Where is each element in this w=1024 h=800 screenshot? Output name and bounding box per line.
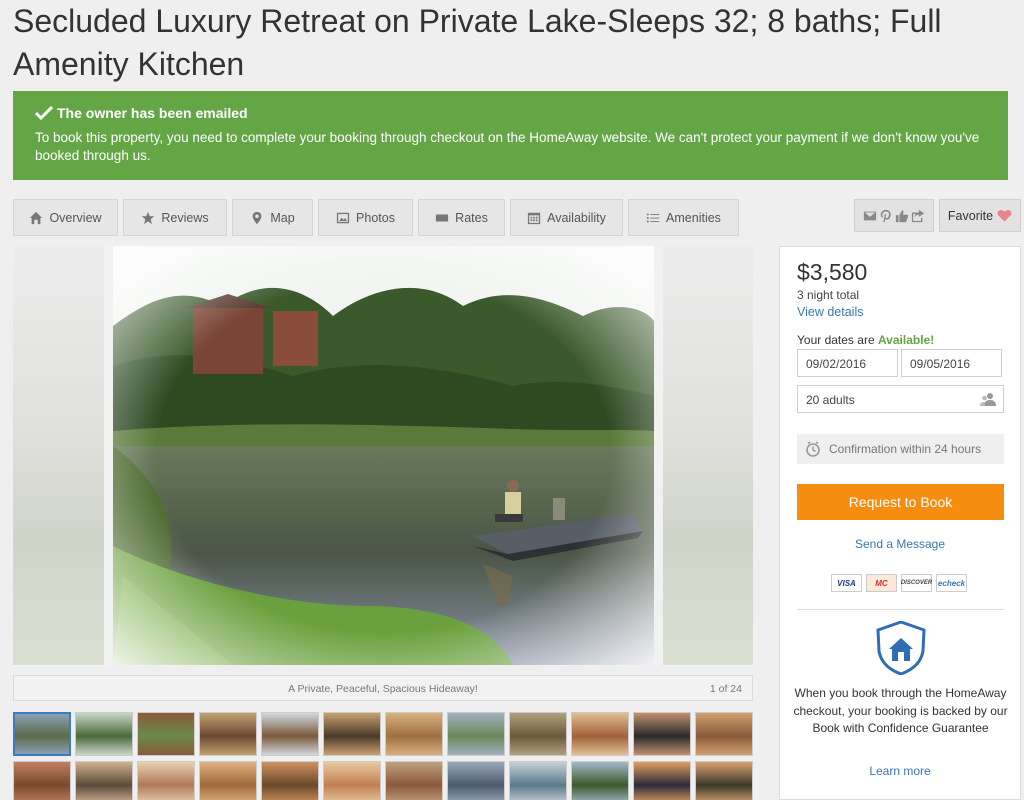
clock-icon bbox=[806, 441, 820, 457]
email-icon[interactable] bbox=[863, 209, 877, 223]
confirmation-notice: Confirmation within 24 hours bbox=[797, 434, 1004, 464]
photo-thumbnail[interactable] bbox=[571, 712, 629, 756]
photo-thumbnail[interactable] bbox=[509, 761, 567, 800]
image-icon bbox=[336, 212, 350, 223]
availability-value: Available! bbox=[877, 333, 935, 347]
tab-amenities[interactable]: Amenities bbox=[628, 199, 739, 236]
photo-thumbnail[interactable] bbox=[261, 712, 319, 756]
photo-thumbnail[interactable] bbox=[13, 712, 71, 756]
previous-photo-preview[interactable] bbox=[13, 246, 104, 665]
tab-map-label: Map bbox=[270, 210, 295, 225]
guests-field[interactable]: 20 adults bbox=[797, 385, 1004, 413]
favorite-button[interactable]: Favorite bbox=[939, 199, 1021, 232]
photo-thumbnail[interactable] bbox=[261, 761, 319, 800]
photo-thumbnail[interactable] bbox=[447, 712, 505, 756]
check-out-field[interactable]: 09/05/2016 bbox=[901, 349, 1002, 377]
panel-divider bbox=[797, 609, 1004, 610]
send-message-link[interactable]: Send a Message bbox=[780, 537, 1020, 551]
booking-panel: $3,580 3 night total View details Your d… bbox=[779, 246, 1021, 800]
photo-thumbnail[interactable] bbox=[75, 712, 133, 756]
availability-prefix: Your dates are bbox=[797, 333, 878, 347]
payment-cards: VISA MC DISCOVER echeck bbox=[831, 574, 967, 592]
photo-thumbnail[interactable] bbox=[199, 712, 257, 756]
tab-photos[interactable]: Photos bbox=[318, 199, 413, 236]
list-icon bbox=[646, 213, 660, 222]
photo-thumbnail[interactable] bbox=[199, 761, 257, 800]
guarantee-text: When you book through the HomeAway check… bbox=[793, 686, 1008, 735]
photo-thumbnail[interactable] bbox=[323, 761, 381, 800]
favorite-label: Favorite bbox=[947, 208, 994, 223]
share-buttons bbox=[854, 199, 934, 232]
photo-caption-bar: A Private, Peaceful, Spacious Hideaway! … bbox=[13, 675, 753, 701]
photo-thumbnail[interactable] bbox=[695, 712, 753, 756]
photo-counter: 1 of 24 bbox=[709, 683, 742, 695]
tab-map[interactable]: Map bbox=[232, 199, 313, 236]
success-alert: The owner has been emailed To book this … bbox=[13, 91, 1008, 180]
view-details-link[interactable]: View details bbox=[797, 305, 863, 319]
shield-house-icon bbox=[876, 621, 926, 675]
next-photo-preview[interactable] bbox=[663, 246, 753, 665]
pinterest-icon[interactable] bbox=[879, 209, 893, 223]
request-to-book-button[interactable]: Request to Book bbox=[797, 484, 1004, 520]
page-title: Secluded Luxury Retreat on Private Lake-… bbox=[13, 3, 942, 82]
echeck-card-icon: echeck bbox=[936, 574, 967, 592]
calendar-icon bbox=[527, 212, 541, 224]
tab-reviews-label: Reviews bbox=[161, 210, 209, 225]
photo-gallery bbox=[13, 246, 753, 666]
photo-thumbnail[interactable] bbox=[695, 761, 753, 800]
alert-heading-row: The owner has been emailed bbox=[35, 104, 986, 122]
discover-card-icon: DISCOVER bbox=[901, 574, 932, 592]
visa-card-icon: VISA bbox=[831, 574, 862, 592]
star-icon bbox=[142, 211, 155, 224]
photo-thumbnail[interactable] bbox=[447, 761, 505, 800]
check-icon bbox=[35, 106, 53, 120]
guests-value: 20 adults bbox=[806, 393, 855, 407]
photo-thumbnail[interactable] bbox=[633, 712, 691, 756]
tab-rates-label: Rates bbox=[455, 210, 488, 225]
map-pin-icon bbox=[252, 211, 262, 224]
photo-thumbnail[interactable] bbox=[75, 761, 133, 800]
tab-availability[interactable]: Availability bbox=[510, 199, 623, 236]
alert-heading: The owner has been emailed bbox=[57, 105, 248, 121]
check-in-field[interactable]: 09/02/2016 bbox=[797, 349, 898, 377]
tab-photos-label: Photos bbox=[356, 210, 395, 225]
alert-body: To book this property, you need to compl… bbox=[35, 130, 980, 163]
section-tabs: Overview Reviews Map Photos Rates Availa… bbox=[13, 199, 739, 236]
photo-thumbnail[interactable] bbox=[323, 712, 381, 756]
confirmation-text: Confirmation within 24 hours bbox=[829, 442, 982, 456]
availability-status: Your dates are Available! bbox=[797, 333, 934, 347]
photo-thumbnail[interactable] bbox=[137, 761, 195, 800]
night-total: 3 night total bbox=[797, 288, 860, 302]
photo-thumbnail[interactable] bbox=[509, 712, 567, 756]
main-photo[interactable] bbox=[113, 246, 654, 665]
tab-overview-label: Overview bbox=[49, 210, 102, 225]
photo-caption: A Private, Peaceful, Spacious Hideaway! bbox=[288, 683, 478, 695]
photo-thumbnail[interactable] bbox=[385, 761, 443, 800]
photo-thumbnail[interactable] bbox=[633, 761, 691, 800]
tab-availability-label: Availability bbox=[547, 210, 606, 225]
photo-thumbnail[interactable] bbox=[385, 712, 443, 756]
guests-icon bbox=[980, 393, 996, 406]
tab-reviews[interactable]: Reviews bbox=[123, 199, 227, 236]
mastercard-card-icon: MC bbox=[866, 574, 897, 592]
learn-more-link[interactable]: Learn more bbox=[780, 764, 1020, 778]
photo-thumbnail[interactable] bbox=[137, 712, 195, 756]
tab-amenities-label: Amenities bbox=[666, 210, 721, 225]
rates-icon bbox=[436, 214, 449, 221]
photo-thumbnail[interactable] bbox=[571, 761, 629, 800]
lake-photo bbox=[113, 246, 654, 665]
home-icon bbox=[30, 211, 43, 224]
photo-thumbnail[interactable] bbox=[13, 761, 71, 800]
tab-rates[interactable]: Rates bbox=[418, 199, 505, 236]
tab-overview[interactable]: Overview bbox=[13, 199, 118, 236]
thumbs-up-icon[interactable] bbox=[895, 209, 909, 223]
share-icon[interactable] bbox=[911, 209, 925, 223]
total-price: $3,580 bbox=[797, 259, 868, 285]
heart-icon bbox=[997, 209, 1012, 222]
